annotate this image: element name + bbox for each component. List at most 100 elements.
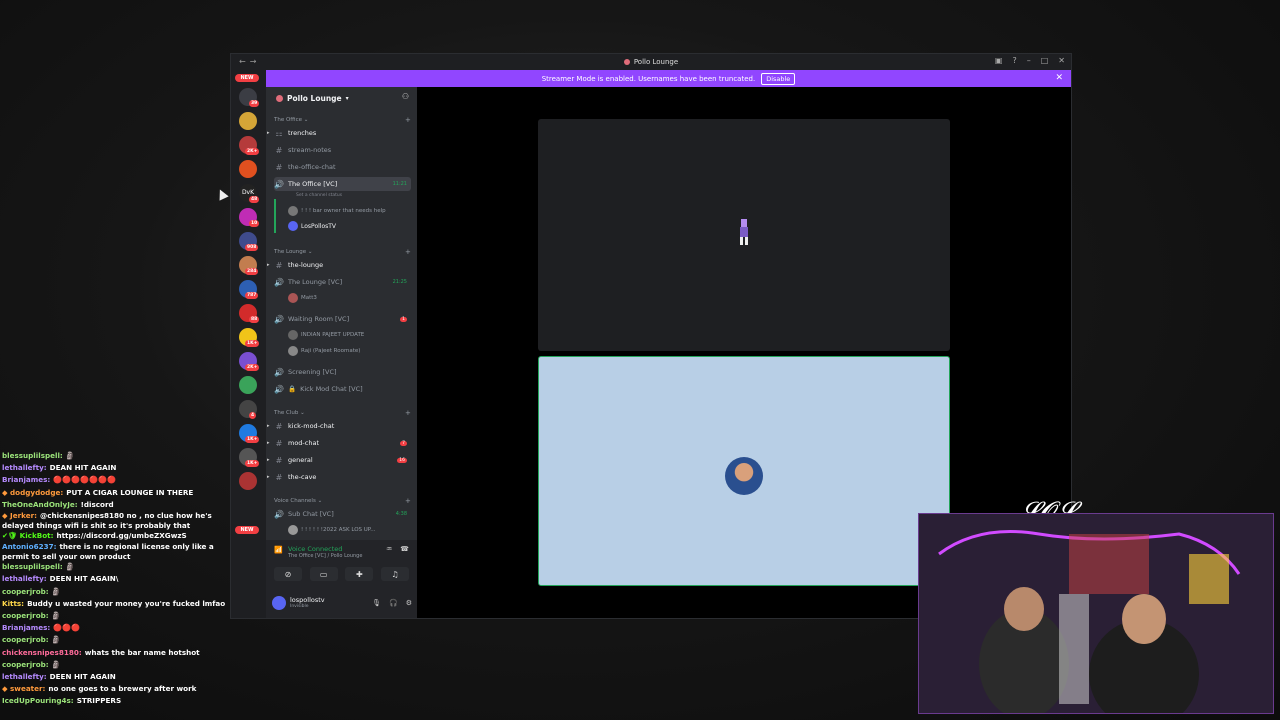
channel-general[interactable]: ▸ # general 16: [267, 453, 411, 467]
disconnect-icon[interactable]: ☎: [400, 545, 409, 553]
server-badge: 4: [249, 412, 257, 419]
add-channel-icon[interactable]: +: [405, 497, 411, 505]
chat-text: Buddy u wasted your money you're fucked …: [27, 598, 226, 608]
inbox-icon[interactable]: ▣: [995, 56, 1003, 65]
speaking-user-tile[interactable]: [538, 356, 950, 586]
channel-mod-chat[interactable]: ▸ # mod-chat 7: [267, 436, 411, 450]
screen-share-button[interactable]: ▭: [309, 567, 338, 581]
channel-waiting-room-vc[interactable]: 🔊 Waiting Room [VC] 1: [274, 312, 411, 326]
channel-sub-chat-vc[interactable]: 🔊 Sub Chat [VC] 4:38: [274, 507, 411, 521]
headphones-icon[interactable]: 🎧: [389, 599, 398, 607]
microphone-icon[interactable]: 🎙: [372, 599, 381, 607]
category-the-lounge[interactable]: The Lounge ⌄ +: [274, 248, 411, 256]
chat-username[interactable]: Kitts:: [2, 599, 24, 608]
voice-user[interactable]: ! ! ! bar owner that needs help: [288, 205, 408, 217]
voice-user[interactable]: INDIAN PAJEET UPDATE: [288, 329, 408, 341]
channel-kick-mod-chat[interactable]: ▸ # kick-mod-chat: [267, 419, 411, 433]
chat-username[interactable]: cooperjrob:: [2, 587, 49, 596]
chat-username[interactable]: TheOneAndOnlyJe:: [2, 500, 78, 509]
chat-username[interactable]: Brianjames:: [2, 475, 50, 484]
close-icon[interactable]: ✕: [1058, 56, 1065, 65]
camera-button[interactable]: ⊘: [274, 567, 302, 581]
category-the-office[interactable]: The Office ⌄ +: [274, 116, 411, 124]
server-badge: 2K+: [245, 148, 260, 155]
voice-user[interactable]: Matt3: [288, 292, 408, 304]
category-the-club[interactable]: The Club ⌄ +: [274, 409, 411, 417]
channel-screening-vc[interactable]: 🔊 Screening [VC]: [274, 365, 411, 379]
chevron-right-icon: ▸: [267, 423, 270, 429]
video-tile[interactable]: [538, 119, 950, 351]
chat-username[interactable]: ◆ Jerker:: [2, 511, 37, 520]
guild-header[interactable]: Pollo Lounge ▾ ⚇: [266, 87, 417, 109]
window-title: Pollo Lounge: [623, 58, 678, 66]
chat-username[interactable]: Brianjames:: [2, 623, 50, 632]
chat-username[interactable]: blessuplilspell:: [2, 562, 63, 571]
avatar: [272, 596, 286, 610]
chevron-right-icon: ▸: [267, 262, 270, 268]
chat-message: cooperjrob: 🗿: [2, 634, 228, 646]
banner-close-icon[interactable]: ✕: [1055, 73, 1063, 83]
signal-icon: 📶: [274, 546, 283, 554]
noise-suppression-icon[interactable]: ♒: [386, 545, 392, 553]
chat-username[interactable]: cooperjrob:: [2, 660, 49, 669]
user-panel[interactable]: lospollostv Invisible 🎙 🎧 ⚙: [272, 592, 412, 614]
chat-message: Brianjames: 🔴🔴🔴: [2, 622, 228, 634]
chat-username[interactable]: chickensnipes8180:: [2, 648, 82, 657]
category-voice-channels[interactable]: Voice Channels ⌄ +: [274, 497, 411, 505]
channel-sidebar: Pollo Lounge ▾ ⚇ The Office ⌄ + ▸ ⚏ trenche…: [266, 87, 417, 618]
voice-location[interactable]: The Office [VC] / Pollo Lounge: [288, 553, 362, 559]
soundboard-button[interactable]: ♫: [380, 567, 409, 581]
voice-user[interactable]: ! ! ! ! ! !2022 ASK LOS UP...: [288, 524, 408, 536]
chat-username[interactable]: ◆ dodgydodge:: [2, 488, 63, 497]
chat-username[interactable]: lethallefty:: [2, 672, 47, 681]
channel-the-lounge[interactable]: ▸ # the-lounge: [267, 258, 411, 272]
maximize-icon[interactable]: □: [1041, 56, 1049, 65]
chat-message: lethallefty: DEEN HIT AGAIN\: [2, 573, 228, 585]
voice-user[interactable]: LosPollosTV: [288, 220, 408, 232]
help-icon[interactable]: ?: [1012, 56, 1016, 65]
nav-arrows[interactable]: ←→: [239, 57, 260, 66]
hash-icon: #: [275, 145, 283, 155]
chat-username[interactable]: ◆ sweater:: [2, 684, 45, 693]
voice-timer: 11:21: [392, 181, 407, 187]
channel-the-lounge-vc[interactable]: 🔊 The Lounge [VC] 21:25: [274, 275, 411, 289]
chat-message: chickensnipes8180: whats the bar name hot…: [2, 647, 228, 659]
chat-username[interactable]: cooperjrob:: [2, 635, 49, 644]
gear-icon[interactable]: ⚙: [406, 599, 412, 607]
chat-message: lethallefty: DEAN HIT AGAIN: [2, 462, 228, 474]
server-icon[interactable]: [239, 160, 257, 178]
channel-status[interactable]: Set a channel status: [296, 193, 342, 198]
activities-button[interactable]: ✚: [345, 567, 374, 581]
disable-button[interactable]: Disable: [761, 72, 796, 85]
chat-username[interactable]: lethallefty:: [2, 463, 47, 472]
chat-message: Antonio6237: there is no regional license…: [2, 542, 228, 561]
channel-the-office-vc[interactable]: 🔊 The Office [VC] 11:21: [274, 177, 411, 191]
mouse-cursor: [215, 187, 229, 201]
channel-trenches[interactable]: ▸ ⚏ trenches: [267, 126, 411, 140]
channel-the-cave[interactable]: ▸ # the-cave: [267, 470, 411, 484]
channel-stream-notes[interactable]: # stream-notes: [274, 143, 411, 157]
minimize-icon[interactable]: –: [1027, 56, 1031, 65]
chat-username[interactable]: IcedUpPouring4s:: [2, 696, 74, 705]
add-member-icon[interactable]: ⚇: [402, 92, 409, 101]
server-icon[interactable]: [239, 112, 257, 130]
add-channel-icon[interactable]: +: [405, 409, 411, 417]
voice-user[interactable]: Raji (Pajeet Roomate): [288, 345, 408, 357]
chat-username[interactable]: ✔🛡 KickBot:: [2, 531, 53, 540]
voice-panel: 📶 Voice Connected The Office [VC] / Poll…: [266, 540, 417, 618]
hash-icon: #: [275, 421, 283, 431]
chat-text: DEEN HIT AGAIN: [49, 672, 116, 682]
server-icon[interactable]: [239, 376, 257, 394]
channel-the-office-chat[interactable]: # the-office-chat: [274, 160, 411, 174]
add-channel-icon[interactable]: +: [405, 116, 411, 124]
avatar: [288, 346, 298, 356]
server-icon[interactable]: [239, 472, 257, 490]
add-channel-icon[interactable]: +: [405, 248, 411, 256]
chat-username[interactable]: cooperjrob:: [2, 611, 49, 620]
channel-kick-mod-vc[interactable]: 🔊 🔒 Kick Mod Chat [VC]: [274, 382, 411, 396]
new-badge: NEW: [235, 526, 259, 534]
chat-username[interactable]: lethallefty:: [2, 574, 47, 583]
chat-username[interactable]: Antonio6237:: [2, 542, 56, 551]
chat-username[interactable]: blessuplilspell:: [2, 451, 63, 460]
chevron-right-icon: ▸: [267, 474, 270, 480]
